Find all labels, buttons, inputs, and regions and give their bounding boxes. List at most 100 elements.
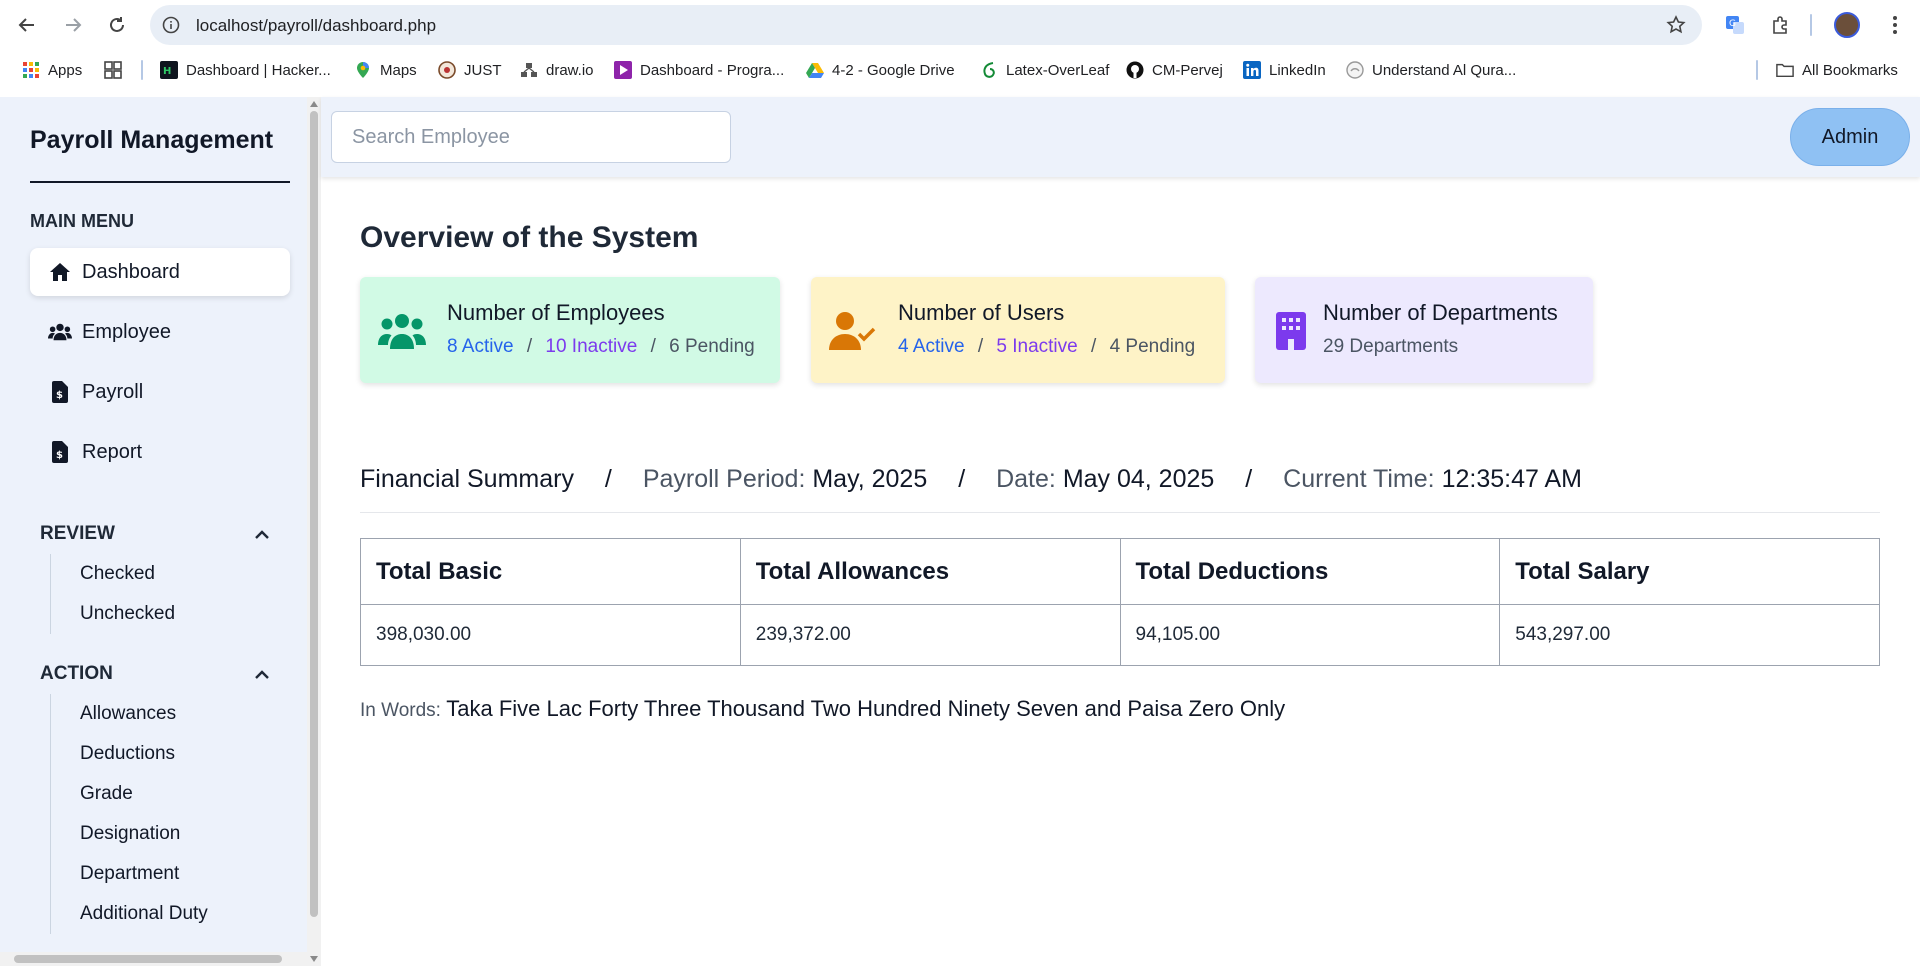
drawio-icon [520,61,538,79]
sidebar-item-designation[interactable]: Designation [51,814,208,854]
sidebar-item-allowances[interactable]: Allowances [51,694,208,734]
date-label: Date: [996,465,1056,493]
departments-card[interactable]: Number of Departments 29 Departments [1255,277,1593,383]
header-separator: / [958,465,966,493]
forward-icon[interactable] [60,12,86,38]
sidebar-item-grade[interactable]: Grade [51,774,208,814]
hackerrank-icon: H [160,61,178,79]
topbar: Admin [321,97,1920,177]
action-section-toggle[interactable]: ACTION [40,663,270,685]
building-icon [1267,309,1315,353]
sidebar-vertical-scrollbar[interactable] [307,97,321,966]
search-input[interactable] [331,111,731,163]
table-header-row: Total Basic Total Allowances Total Deduc… [360,538,1880,605]
action-section-title: ACTION [40,663,113,684]
svg-text:$: $ [56,390,63,401]
university-logo-icon [438,61,456,79]
bookmark-github[interactable]: CM-Pervej [1126,57,1223,83]
bookmark-star-icon[interactable] [1666,15,1686,40]
sidebar-item-dashboard[interactable]: Dashboard [30,248,290,296]
scroll-down-arrow-icon[interactable] [310,956,318,962]
column-header-total-deductions: Total Deductions [1119,538,1501,605]
bookmark-just[interactable]: JUST [438,57,502,83]
profile-avatar[interactable] [1834,12,1860,38]
all-bookmarks-label: All Bookmarks [1802,61,1898,79]
bookmark-label: Dashboard - Progra... [640,61,785,79]
financial-summary-table: Total Basic Total Allowances Total Deduc… [360,538,1880,666]
browser-menu-icon[interactable] [1882,12,1908,38]
bookmark-divider [141,60,143,80]
scrollbar-thumb[interactable] [310,111,318,917]
users-card[interactable]: Number of Users 4 Active / 5 Inactive / … [811,277,1225,383]
sidebar-item-label: Report [82,440,143,463]
column-header-total-salary: Total Salary [1499,538,1880,605]
bookmark-label: Apps [48,61,83,79]
column-header-total-basic: Total Basic [360,538,741,605]
sidebar-item-deductions[interactable]: Deductions [51,734,208,774]
inactive-count[interactable]: 5 Inactive [996,336,1077,357]
admin-button[interactable]: Admin [1790,108,1910,166]
departments-count[interactable]: 29 Departments [1323,336,1458,358]
active-count[interactable]: 8 Active [447,336,514,357]
reload-icon[interactable] [104,12,130,38]
in-words-label: In Words: [360,700,441,721]
sidebar-item-employee[interactable]: Employee [30,308,290,356]
bookmark-label: Understand Al Qura... [1372,61,1517,79]
card-title: Number of Employees [447,300,665,325]
extensions-puzzle-icon[interactable] [1768,12,1794,38]
payroll-period-value: May, 2025 [812,465,928,493]
all-bookmarks[interactable]: All Bookmarks [1776,57,1898,83]
inactive-count[interactable]: 10 Inactive [545,336,637,357]
maps-pin-icon [354,61,372,79]
sidebar-item-report[interactable]: $ Report [30,428,290,476]
financial-summary-label: Financial Summary [360,465,574,493]
back-icon[interactable] [14,12,40,38]
sidebar-item-unchecked[interactable]: Unchecked [51,594,175,634]
bookmark-linkedin[interactable]: LinkedIn [1243,57,1326,83]
scroll-up-arrow-icon[interactable] [310,101,318,107]
translate-extension-icon[interactable]: G [1722,12,1748,38]
payroll-period-label: Payroll Period: [642,465,806,493]
bookmark-programming-hero[interactable]: Dashboard - Progra... [614,57,784,83]
review-section-toggle[interactable]: REVIEW [40,523,270,545]
action-list: Allowances Deductions Grade Designation … [50,694,208,934]
tab-groups-icon [104,61,122,79]
scrollbar-thumb[interactable] [14,955,282,963]
active-count[interactable]: 4 Active [898,336,965,357]
employees-card[interactable]: Number of Employees 8 Active / 10 Inacti… [360,277,780,383]
pending-count[interactable]: 4 Pending [1110,336,1196,357]
total-salary-value: 543,297.00 [1499,604,1880,666]
current-time-label: Current Time: [1283,465,1435,493]
main-menu-title: MAIN MENU [30,211,134,231]
bookmark-overleaf[interactable]: Latex-OverLeaf [980,57,1109,83]
address-bar[interactable]: localhost/payroll/dashboard.php [150,5,1702,45]
url-text[interactable]: localhost/payroll/dashboard.php [196,16,436,36]
site-info-icon[interactable] [162,16,180,39]
stat-separator: / [650,336,656,357]
sidebar-item-label: Payroll [82,380,144,403]
sidebar-horizontal-scrollbar[interactable] [0,952,307,966]
bookmark-google-drive[interactable]: 4-2 - Google Drive [806,57,955,83]
svg-text:G: G [1729,19,1736,29]
bookmark-hackerrank[interactable]: H Dashboard | Hacker... [160,57,331,83]
sidebar-item-department[interactable]: Department [51,854,208,894]
date-value: May 04, 2025 [1062,465,1215,493]
bookmark-drawio[interactable]: draw.io [520,57,594,83]
table-row: 398,030.00 239,372.00 94,105.00 543,297.… [360,604,1880,666]
sidebar-item-payroll[interactable]: $ Payroll [30,368,290,416]
review-list: Checked Unchecked [50,554,175,634]
pending-count[interactable]: 6 Pending [669,336,755,357]
review-section-title: REVIEW [40,523,115,544]
bookmark-apps[interactable]: Apps [22,57,82,83]
bookmark-maps[interactable]: Maps [354,57,417,83]
current-time-value: 12:35:47 AM [1441,465,1582,493]
bookmark-quran[interactable]: Understand Al Qura... [1346,57,1516,83]
chevron-up-icon [254,525,270,547]
bookmark-label: Dashboard | Hacker... [186,61,331,79]
apps-grid-icon [22,61,40,79]
sidebar-item-checked[interactable]: Checked [51,554,175,594]
sidebar-item-additional-duty[interactable]: Additional Duty [51,894,208,934]
chevron-up-icon [254,665,270,687]
bookmark-tab-groups[interactable] [104,57,122,83]
total-basic-value: 398,030.00 [360,604,741,666]
